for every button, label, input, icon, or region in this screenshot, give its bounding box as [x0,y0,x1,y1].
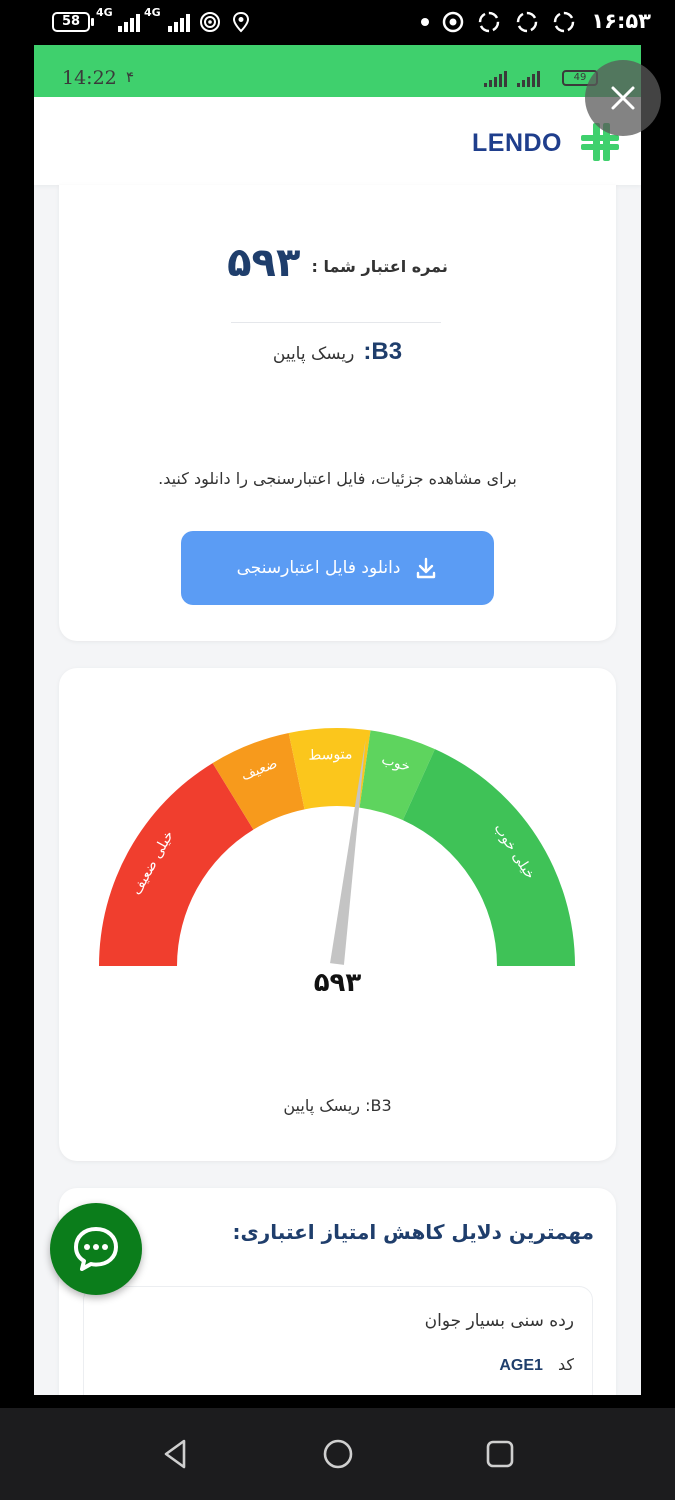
download-icon [417,557,436,579]
reason-title: رده سنی بسیار جوان [424,1311,574,1331]
credit-score-card: نمره اعتبار شما : ۵۹۳ B3: ریسک پایین برا… [59,185,616,641]
risk-code: B3: [363,338,403,365]
app-notification-icon [478,11,500,33]
app-notification-2-icon [516,11,538,33]
close-button[interactable] [585,60,661,136]
app-header: LENDO [34,97,641,185]
reason-code: AGE1 [499,1357,543,1374]
credit-gauge: خیلی ضعیفضعیفمتوسط خوبخیلی خوب [99,728,575,966]
divider [231,322,441,323]
network-type-2: 4G [144,6,161,19]
dot-icon [421,18,429,26]
reason-item[interactable]: رده سنی بسیار جوان کد AGE1 [83,1286,593,1395]
gauge-risk-text: B3: ریسک پایین [283,1096,392,1115]
reasons-card: مهمترین دلایل کاهش امتیاز اعتباری: رده س… [59,1188,616,1395]
close-icon [611,86,635,110]
inner-notification-count: ۴ [126,68,135,86]
risk-text: ریسک پایین [272,344,355,364]
app-screen: 14:22 ۴ 49 LENDO نمره اعتبار شما : ۵۹۳ B… [34,45,641,1395]
app-notification-3-icon [553,11,575,33]
logo-text: LENDO [472,129,562,157]
chrome-icon [442,11,464,33]
download-report-button[interactable]: دانلود فایل اعتبارسنجی [181,531,494,605]
inner-clock: 14:22 [62,67,117,89]
reason-code-label: کد [557,1355,574,1374]
navigation-bar [0,1408,675,1500]
gauge-value: ۵۹۳ [313,968,362,998]
battery-indicator: 58 [52,12,94,32]
signal-bars-icon [118,14,140,32]
score-row: نمره اعتبار شما : ۵۹۳ [59,240,616,286]
system-status-bar: 58 4G 4G ۱۶:۵۳ [0,0,675,45]
hotspot-icon [200,12,220,32]
home-icon[interactable] [320,1436,356,1472]
gauge-card: خیلی ضعیف ضعیف متوسط خوب خیلی خوب ۵۹۳ B3: ری… [59,668,616,1161]
back-icon[interactable] [158,1436,194,1472]
location-icon [232,11,250,33]
system-clock: ۱۶:۵۳ [591,9,651,33]
signal-bars-2-icon [168,14,190,32]
recents-icon[interactable] [482,1436,518,1472]
chat-support-button[interactable] [50,1203,142,1295]
inner-signal-icon [484,71,540,87]
gauge-segment [402,749,575,966]
info-text: برای مشاهده جزئیات، فایل اعتبارسنجی را د… [158,469,517,488]
gauge-segment [99,763,254,966]
gauge-segment-label: متوسط [308,746,352,763]
risk-row: B3: ریسک پایین [59,338,616,366]
reason-code-row: کد AGE1 [499,1355,574,1375]
inner-status-bar: 14:22 ۴ 49 [34,45,641,97]
download-label: دانلود فایل اعتبارسنجی [236,558,401,578]
reasons-title: مهمترین دلایل کاهش امتیاز اعتباری: [232,1220,594,1244]
score-value: ۵۹۳ [227,240,301,286]
score-label: نمره اعتبار شما : [311,257,448,276]
network-type-1: 4G [96,6,113,19]
chat-icon [74,1227,118,1271]
